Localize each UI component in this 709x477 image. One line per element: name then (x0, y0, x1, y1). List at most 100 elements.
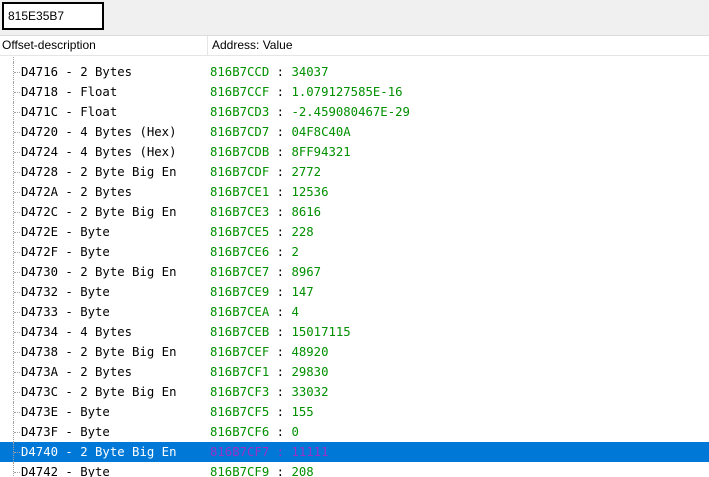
tree-elbow (14, 292, 20, 293)
table-row[interactable]: D4728 - 2 Byte Big En 816B7CDF : 2772 (0, 162, 709, 182)
table-row[interactable]: D4733 - Byte 816B7CEA : 4 (0, 302, 709, 322)
offset-description: D4734 - 4 Bytes (21, 325, 133, 339)
address: 816B7CF9 (210, 465, 270, 477)
table-row[interactable]: D4718 - Float 816B7CCF : 1.079127585E-16 (0, 82, 709, 102)
address-value: 816B7CF3 : 33032 (210, 382, 328, 402)
address: 816B7CF6 (210, 425, 270, 439)
address: 816B7CDB (210, 145, 270, 159)
separator: : (276, 65, 285, 79)
table-row[interactable]: D4716 - 2 Bytes 816B7CCD : 34037 (0, 62, 709, 82)
address: 816B7CE6 (210, 245, 270, 259)
offset-description: D4724 - 4 Bytes (Hex) (21, 145, 177, 159)
tree-elbow (14, 412, 20, 413)
table-row[interactable]: D4720 - 4 Bytes (Hex) 816B7CD7 : 04F8C40A (0, 122, 709, 142)
tree-elbow (14, 172, 20, 173)
value: 15017115 (291, 325, 351, 339)
tree-elbow (14, 72, 20, 73)
table-row[interactable]: D472F - Byte 816B7CE6 : 2 (0, 242, 709, 262)
address: 816B7CF1 (210, 365, 270, 379)
address-input[interactable] (2, 2, 104, 30)
offset-description: D473E - Byte (21, 405, 110, 419)
offset-description: D4720 - 4 Bytes (Hex) (21, 125, 177, 139)
table-row[interactable]: D471C - Float 816B7CD3 : -2.459080467E-29 (0, 102, 709, 122)
address-value: 816B7CEB : 15017115 (210, 322, 351, 342)
table-row[interactable]: D4738 - 2 Byte Big En 816B7CEF : 48920 (0, 342, 709, 362)
value: 147 (291, 285, 314, 299)
address-value: 816B7CF5 : 155 (210, 402, 314, 422)
value: 8967 (291, 265, 322, 279)
separator: : (276, 325, 285, 339)
address: 816B7CEF (210, 345, 270, 359)
address: 816B7CE3 (210, 205, 270, 219)
table-row[interactable]: D4732 - Byte 816B7CE9 : 147 (0, 282, 709, 302)
address-value: 816B7CE6 : 2 (210, 242, 299, 262)
value: 8616 (291, 205, 322, 219)
value: 11111 (291, 445, 329, 459)
separator: : (276, 445, 285, 459)
table-row[interactable]: D473E - Byte 816B7CF5 : 155 (0, 402, 709, 422)
offset-description: D472A - 2 Bytes (21, 185, 133, 199)
address-value: 816B7CF9 : 208 (210, 462, 314, 477)
separator: : (276, 405, 285, 419)
offset-description: D4733 - Byte (21, 305, 110, 319)
address-value: 816B7CF7 : 11111 (210, 442, 328, 462)
separator: : (276, 185, 285, 199)
separator: : (276, 85, 285, 99)
table-row[interactable]: D4730 - 2 Byte Big En 816B7CE7 : 8967 (0, 262, 709, 282)
separator: : (276, 385, 285, 399)
address-value: 816B7CE1 : 12536 (210, 182, 328, 202)
tree-elbow (14, 272, 20, 273)
toolbar (0, 0, 709, 36)
address-value: 816B7CCD : 34037 (210, 62, 328, 82)
offset-description: D4740 - 2 Byte Big En (21, 445, 177, 459)
address: 816B7CF7 (210, 445, 270, 459)
tree-elbow (14, 472, 20, 473)
tree-elbow (14, 332, 20, 333)
table-row[interactable]: D4742 - Byte 816B7CF9 : 208 (0, 462, 709, 477)
value: 155 (291, 405, 314, 419)
table-row[interactable]: D472A - 2 Bytes 816B7CE1 : 12536 (0, 182, 709, 202)
table-row[interactable]: D4724 - 4 Bytes (Hex) 816B7CDB : 8FF94321 (0, 142, 709, 162)
separator: : (276, 245, 285, 259)
address: 816B7CF5 (210, 405, 270, 419)
address: 816B7CE5 (210, 225, 270, 239)
tree-elbow (14, 432, 20, 433)
address-value: 816B7CDF : 2772 (210, 162, 321, 182)
table-row[interactable]: D473F - Byte 816B7CF6 : 0 (0, 422, 709, 442)
table-row-selected[interactable]: D4740 - 2 Byte Big En 816B7CF7 : 11111 (0, 442, 709, 462)
address-value: 816B7CE3 : 8616 (210, 202, 321, 222)
column-offset-description[interactable]: Offset-description (2, 36, 208, 55)
separator: : (276, 465, 285, 477)
table-row[interactable]: D473A - 2 Bytes 816B7CF1 : 29830 (0, 362, 709, 382)
address: 816B7CEB (210, 325, 270, 339)
value: 8FF94321 (291, 145, 351, 159)
address-value: 816B7CE9 : 147 (210, 282, 314, 302)
separator: : (276, 105, 285, 119)
table-row[interactable]: D473C - 2 Byte Big En 816B7CF3 : 33032 (0, 382, 709, 402)
address: 816B7CCF (210, 85, 270, 99)
address: 816B7CF3 (210, 385, 270, 399)
address-value: 816B7CF6 : 0 (210, 422, 299, 442)
value: 12536 (291, 185, 329, 199)
address: 816B7CE1 (210, 185, 270, 199)
value: 228 (291, 225, 314, 239)
tree-elbow (14, 112, 20, 113)
address: 816B7CE9 (210, 285, 270, 299)
table-row[interactable]: D472E - Byte 816B7CE5 : 228 (0, 222, 709, 242)
structure-tree[interactable]: D4716 - 2 Bytes 816B7CCD : 34037 D4718 - F… (0, 56, 709, 477)
tree-elbow (14, 152, 20, 153)
offset-description: D4732 - Byte (21, 285, 110, 299)
table-row[interactable]: D472C - 2 Byte Big En 816B7CE3 : 8616 (0, 202, 709, 222)
column-address-value[interactable]: Address: Value (212, 36, 709, 55)
offset-description: D4728 - 2 Byte Big En (21, 165, 177, 179)
value: 4 (291, 305, 299, 319)
tree-elbow (14, 132, 20, 133)
value: 2772 (291, 165, 322, 179)
offset-description: D4730 - 2 Byte Big En (21, 265, 177, 279)
address: 816B7CD7 (210, 125, 270, 139)
address: 816B7CCD (210, 65, 270, 79)
address-value: 816B7CD3 : -2.459080467E-29 (210, 102, 410, 122)
separator: : (276, 305, 285, 319)
value: 29830 (291, 365, 329, 379)
table-row[interactable]: D4734 - 4 Bytes 816B7CEB : 15017115 (0, 322, 709, 342)
